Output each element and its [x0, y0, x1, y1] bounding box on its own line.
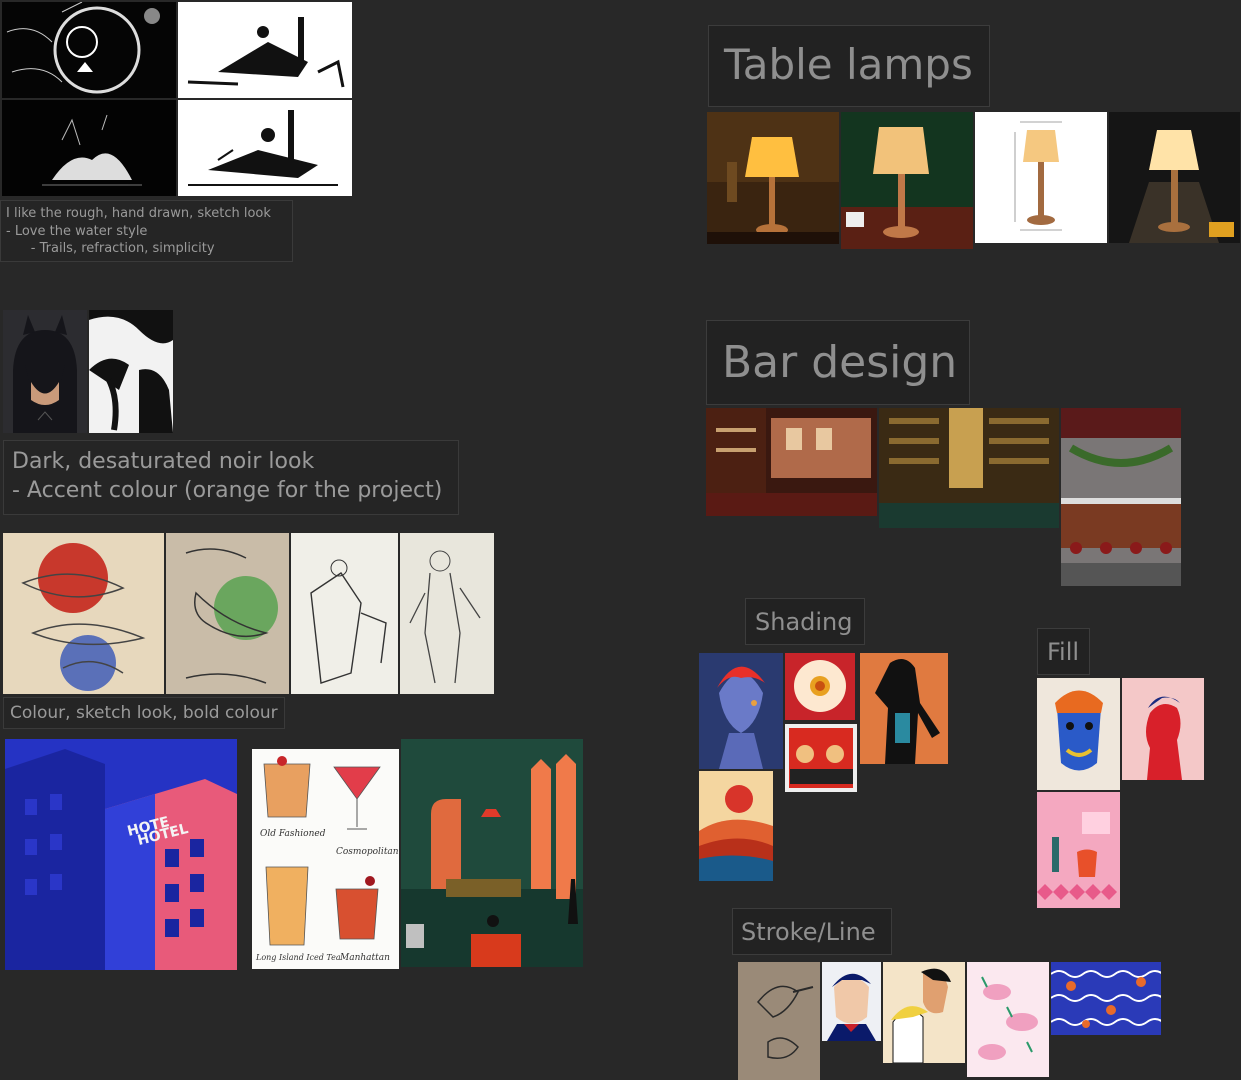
note-noir-look: Dark, desaturated noir look - Accent col… [3, 440, 459, 515]
note-colour-sketch: Colour, sketch look, bold colour [3, 697, 285, 729]
interior-scene-illustration[interactable] [401, 739, 583, 967]
note-line: Dark, desaturated noir look [12, 449, 315, 474]
figure-pencil-sketch[interactable] [291, 533, 398, 694]
stroke-swimmers-pattern[interactable] [1051, 962, 1161, 1035]
sketch-frame-desk-scene-2[interactable] [178, 100, 352, 196]
table-lamp-photo-dark[interactable] [1109, 112, 1240, 243]
sketch-frame-desk-scene[interactable] [178, 2, 352, 98]
note-line: I like the rough, hand drawn, sketch loo… [6, 206, 271, 221]
sketch-frame-water-circle[interactable] [2, 2, 176, 98]
sketch-frame-dark-figure[interactable] [2, 100, 176, 196]
shading-flower[interactable] [785, 653, 855, 720]
shading-sunset-landscape[interactable] [699, 771, 773, 881]
eel-sketch-green-circle[interactable] [166, 533, 289, 694]
stroke-lincoln-portrait[interactable] [822, 962, 881, 1041]
shading-figure-gun[interactable] [860, 653, 948, 764]
table-lamp-photo-2[interactable] [841, 112, 973, 249]
heading-fill: Fill [1037, 628, 1090, 675]
batman-noir-image[interactable] [3, 310, 87, 433]
note-line: - Love the water style [6, 223, 148, 239]
cocktail-label: Old Fashioned [260, 829, 326, 839]
note-sketch-look: I like the rough, hand drawn, sketch loo… [0, 200, 293, 262]
note-line: - Accent colour (orange for the project) [12, 478, 443, 503]
heading-bar-design: Bar design [706, 320, 970, 405]
cocktail-label: Cosmopolitan [336, 847, 399, 857]
bar-interior-photo-1[interactable] [706, 408, 877, 516]
fill-red-silhouette[interactable] [1122, 678, 1204, 780]
bar-library-interior-photo[interactable] [879, 408, 1059, 528]
note-line: - Trails, refraction, simplicity [6, 241, 215, 256]
fill-blue-face[interactable] [1037, 678, 1120, 790]
bar-counter-photo[interactable] [1061, 408, 1181, 586]
stroke-bird-sketch[interactable] [738, 962, 820, 1080]
table-lamp-product-photo[interactable] [975, 112, 1107, 243]
stroke-comic-couple[interactable] [883, 962, 965, 1063]
fish-sketch-red-circle[interactable] [3, 533, 164, 694]
note-line: Colour, sketch look, bold colour [10, 703, 278, 723]
heading-shading: Shading [745, 598, 865, 645]
standing-figure-sketch[interactable] [400, 533, 494, 694]
cocktails-watercolor-illustration[interactable]: Old Fashioned Cosmopolitan Long Island I… [252, 749, 399, 969]
cocktail-label: Long Island Iced Tea [256, 953, 341, 962]
hotel-building-illustration[interactable]: HOTE HOTEL [5, 739, 237, 970]
stroke-pink-palm-pattern[interactable] [967, 962, 1049, 1077]
fill-pink-still-life[interactable] [1037, 792, 1120, 908]
shading-comic-group[interactable] [785, 724, 857, 792]
noir-ink-illustration[interactable] [89, 310, 173, 433]
heading-table-lamps: Table lamps [708, 25, 990, 107]
cocktail-label: Manhattan [340, 953, 390, 963]
table-lamp-photo-1[interactable] [707, 112, 839, 244]
heading-stroke-line: Stroke/Line [732, 908, 892, 955]
shading-portrait-red-hair[interactable] [699, 653, 783, 769]
